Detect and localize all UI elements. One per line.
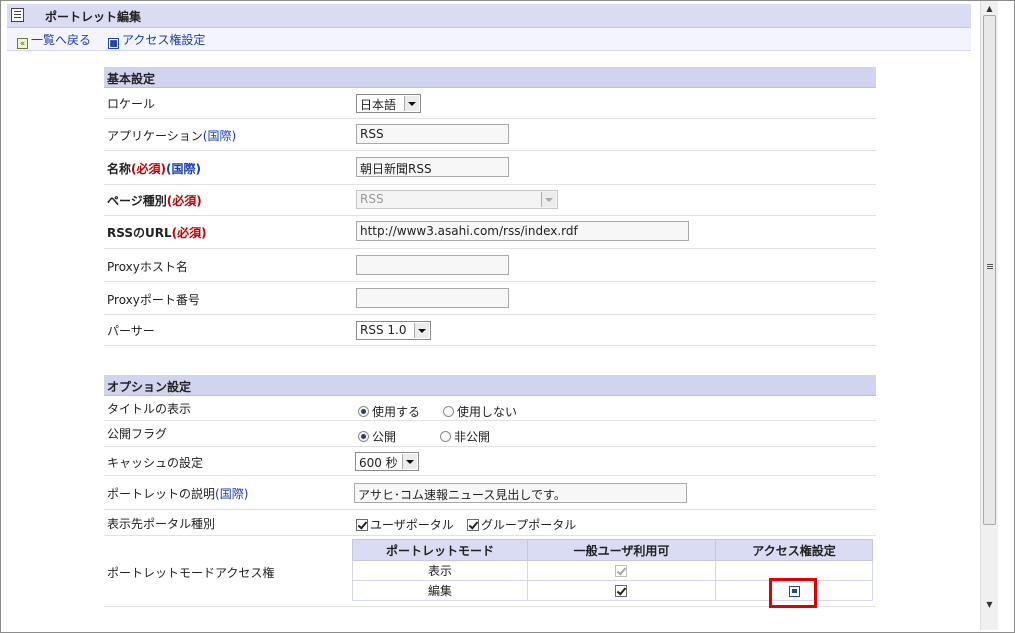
private-label: 非公開 <box>454 430 491 444</box>
page-type-required-mark: (必須) <box>166 194 202 208</box>
header-general-user: 一般ユーザ利用可 <box>527 539 716 561</box>
page-type-value: RSS <box>360 192 384 206</box>
proxy-port-label: Proxyポート番号 <box>107 293 200 307</box>
chevron-down-icon <box>402 454 417 469</box>
application-intl-link[interactable]: (国際) <box>203 129 236 143</box>
name-required-mark: (必須) <box>131 162 166 176</box>
section-basic-title: 基本設定 <box>107 72 156 86</box>
rss-url-field[interactable]: http://www3.asahi.com/rss/index.rdf <box>356 221 689 241</box>
name-field[interactable]: 朝日新聞RSS <box>356 157 509 177</box>
application-field[interactable]: RSS <box>356 124 509 144</box>
scroll-thumb[interactable] <box>983 15 996 525</box>
section-option-settings: オプション設定 <box>104 375 876 396</box>
page-type-label: ページ種別(必須) <box>107 192 202 209</box>
back-arrow-icon: « <box>17 38 28 49</box>
view-mode-checkbox <box>614 564 627 577</box>
mode-access-label: ポートレットモードアクセス権 <box>107 566 275 580</box>
general-user-cell <box>527 580 716 601</box>
user-portal-checkbox[interactable]: ユーザポータル <box>356 516 454 533</box>
page-icon <box>11 8 24 22</box>
back-to-list-label: 一覧へ戻る <box>31 33 92 47</box>
radio-selected-icon <box>358 431 369 442</box>
mode-cell: 編集 <box>352 580 528 601</box>
section-option-title: オプション設定 <box>107 380 192 394</box>
portal-type-label: 表示先ポータル種別 <box>107 517 216 531</box>
access-rights-label: アクセス権設定 <box>122 33 206 47</box>
description-intl-link[interactable]: (国際) <box>215 487 248 501</box>
radio-unselected-icon <box>443 406 454 417</box>
locale-label: ロケール <box>107 97 156 111</box>
header-access-rights: アクセス権設定 <box>715 539 873 561</box>
page-type-select: RSS <box>356 190 558 209</box>
header-portlet-mode: ポートレットモード <box>352 539 528 561</box>
name-label-text: 名称 <box>107 162 132 176</box>
public-flag-label: 公開フラグ <box>107 427 168 441</box>
rss-url-label: RSSのURL(必須) <box>107 224 207 241</box>
application-label-text: アプリケーション <box>107 129 203 143</box>
sub-navigation: «一覧へ戻る ■ アクセス権設定 <box>7 28 971 51</box>
title-display-off-label: 使用しない <box>457 405 518 419</box>
description-label: ポートレットの説明(国際) <box>107 485 248 502</box>
back-to-list-link[interactable]: «一覧へ戻る <box>17 31 91 49</box>
proxy-host-field[interactable] <box>356 255 509 275</box>
private-radio[interactable]: 非公開 <box>440 428 490 445</box>
name-intl-link[interactable]: (国際) <box>166 162 201 176</box>
access-rights-link[interactable]: ■ アクセス権設定 <box>108 31 205 49</box>
general-user-cell <box>527 560 716 581</box>
page-header: ポートレット編集 <box>7 4 971 28</box>
title-display-label: タイトルの表示 <box>107 402 192 416</box>
user-portal-label: ユーザポータル <box>370 518 454 532</box>
application-label: アプリケーション(国際) <box>107 127 236 144</box>
scroll-down-icon[interactable]: ▼ <box>981 597 998 612</box>
radio-selected-icon <box>358 406 369 417</box>
title-display-on-radio[interactable]: 使用する <box>358 403 420 420</box>
chevron-down-icon <box>541 192 556 207</box>
proxy-host-label: Proxyホスト名 <box>107 260 188 274</box>
locale-select[interactable]: 日本語 <box>356 94 421 113</box>
public-radio[interactable]: 公開 <box>358 428 396 445</box>
cache-value: 600 秒 <box>359 456 398 470</box>
cache-select[interactable]: 600 秒 <box>355 452 419 471</box>
radio-unselected-icon <box>440 431 451 442</box>
title-display-off-radio[interactable]: 使用しない <box>443 403 517 420</box>
page-title: ポートレット編集 <box>45 10 142 24</box>
section-basic-settings: 基本設定 <box>104 67 876 88</box>
group-portal-checkbox[interactable]: グループポータル <box>467 516 576 533</box>
description-field[interactable]: アサヒ･コム速報ニュース見出しです。 <box>354 483 687 503</box>
vertical-scrollbar[interactable]: ▲ ▼ <box>980 1 998 630</box>
parser-select[interactable]: RSS 1.0 <box>356 321 431 340</box>
description-label-text: ポートレットの説明 <box>107 487 216 501</box>
checkbox-checked-icon <box>356 519 368 531</box>
row-cache: キャッシュの設定 <box>104 447 876 476</box>
rss-url-required-mark: (必須) <box>171 226 207 240</box>
row-locale: ロケール <box>104 88 876 119</box>
parser-label: パーサー <box>107 324 155 338</box>
chevron-down-icon <box>414 323 429 338</box>
access-rights-icon: ■ <box>108 38 119 49</box>
highlight-box <box>769 578 817 608</box>
group-portal-label: グループポータル <box>481 518 577 532</box>
row-parser: パーサー <box>104 315 876 346</box>
rss-url-label-text: RSSのURL <box>107 226 172 240</box>
title-display-on-label: 使用する <box>372 405 421 419</box>
edit-mode-checkbox[interactable] <box>614 584 627 597</box>
name-label: 名称(必須)(国際) <box>107 160 201 177</box>
page-type-label-text: ページ種別 <box>107 194 167 208</box>
checkbox-checked-icon <box>467 519 479 531</box>
scroll-up-icon[interactable]: ▲ <box>981 1 998 16</box>
mode-cell: 表示 <box>352 560 528 581</box>
public-label: 公開 <box>372 430 397 444</box>
proxy-port-field[interactable] <box>356 288 509 308</box>
chevron-down-icon <box>404 96 419 111</box>
parser-value: RSS 1.0 <box>360 323 407 337</box>
cache-label: キャッシュの設定 <box>107 456 204 470</box>
locale-value: 日本語 <box>360 98 397 112</box>
